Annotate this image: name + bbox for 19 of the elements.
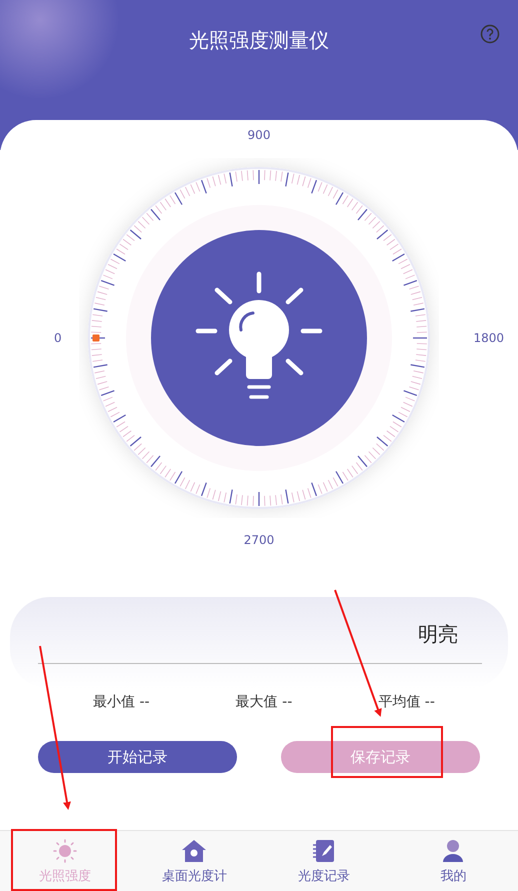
nav-tab[interactable]: 光度记录 <box>259 831 388 891</box>
sun-icon <box>52 839 77 863</box>
scale-label: 1800 <box>473 331 504 345</box>
nav-tab[interactable]: 我的 <box>388 831 518 891</box>
page-title: 光照强度测量仪 <box>189 27 329 54</box>
scale-label: 900 <box>246 128 272 142</box>
scale-label: 2700 <box>242 533 276 547</box>
stat-text: 平均值 -- <box>378 693 435 711</box>
nav-tab[interactable]: 桌面光度计 <box>130 831 259 891</box>
scale-label: 0 <box>54 331 62 345</box>
stat-text: 最大值 -- <box>236 693 292 711</box>
help-icon[interactable] <box>480 24 500 44</box>
person-icon <box>442 839 464 863</box>
light-bulb-icon <box>196 272 322 399</box>
house-icon <box>181 839 208 863</box>
record-button[interactable]: 开始记录 <box>38 741 237 773</box>
stat-text: 最小值 -- <box>93 693 150 711</box>
notebook-icon <box>312 839 335 863</box>
brightness-status: 明亮 <box>418 621 458 648</box>
